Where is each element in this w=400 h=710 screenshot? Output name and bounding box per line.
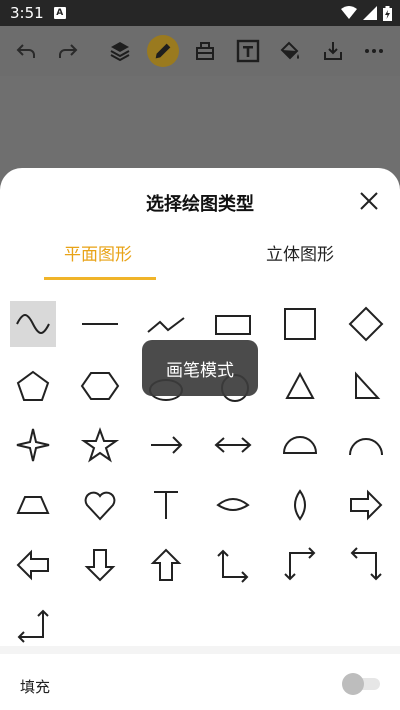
shape-block-arrow-right[interactable] xyxy=(343,482,389,528)
shape-arrow-right[interactable] xyxy=(143,422,189,468)
undo-icon[interactable] xyxy=(10,35,42,67)
shape-arc[interactable] xyxy=(343,422,389,468)
status-icons xyxy=(341,5,392,21)
text-icon[interactable] xyxy=(232,35,264,67)
shape-block-arrow-down[interactable] xyxy=(77,542,123,588)
redo-icon[interactable] xyxy=(52,35,84,67)
wifi-icon xyxy=(341,6,357,19)
shape-five-point-star[interactable] xyxy=(77,422,123,468)
drawing-toolbar xyxy=(0,26,400,76)
shape-trapezoid[interactable] xyxy=(10,482,56,528)
shape-elbow-arrow-right-down[interactable] xyxy=(277,542,323,588)
shape-double-arrow[interactable] xyxy=(210,422,256,468)
shape-wave[interactable] xyxy=(10,301,56,347)
mode-toast: 画笔模式 xyxy=(142,340,258,396)
shape-eye[interactable] xyxy=(210,482,256,528)
fill-label: 填充 xyxy=(20,678,51,696)
shape-four-point-star[interactable] xyxy=(10,422,56,468)
layers-icon[interactable] xyxy=(104,35,136,67)
status-time: 3:51 xyxy=(10,4,44,22)
toggle-thumb xyxy=(342,673,364,695)
shape-hexagon[interactable] xyxy=(77,363,123,409)
pen-icon[interactable] xyxy=(147,35,179,67)
shape-block-arrow-left[interactable] xyxy=(10,542,56,588)
shape-elbow-arrow-up-left[interactable] xyxy=(10,602,56,648)
section-divider xyxy=(0,646,400,654)
sheet-title: 选择绘图类型 xyxy=(146,194,254,215)
download-icon[interactable] xyxy=(317,35,349,67)
tab-solid-shapes[interactable]: 立体图形 xyxy=(242,240,358,265)
shape-semicircle[interactable] xyxy=(277,422,323,468)
shape-picker-sheet: 选择绘图类型 平面图形 立体图形 画笔模式 填充 xyxy=(0,168,400,710)
eraser-icon[interactable] xyxy=(189,35,221,67)
more-icon[interactable] xyxy=(358,35,390,67)
close-icon[interactable] xyxy=(358,190,380,212)
shape-diamond[interactable] xyxy=(343,301,389,347)
shape-pentagon[interactable] xyxy=(10,363,56,409)
shape-triangle[interactable] xyxy=(277,363,323,409)
shape-elbow-arrow-left-down[interactable] xyxy=(343,542,389,588)
shape-elbow-arrow-up-right[interactable] xyxy=(210,542,256,588)
shape-t[interactable] xyxy=(143,482,189,528)
shape-right-triangle[interactable] xyxy=(343,363,389,409)
shape-block-arrow-up[interactable] xyxy=(143,542,189,588)
fill-toggle[interactable] xyxy=(342,673,380,695)
shape-square[interactable] xyxy=(277,301,323,347)
paint-bucket-icon[interactable] xyxy=(274,35,306,67)
notification-badge: A xyxy=(53,7,66,19)
tab-indicator xyxy=(44,277,156,280)
shape-heart[interactable] xyxy=(77,482,123,528)
tab-flat-shapes[interactable]: 平面图形 xyxy=(40,240,156,265)
shape-lens[interactable] xyxy=(277,482,323,528)
signal-icon xyxy=(363,6,377,20)
shape-line[interactable] xyxy=(77,301,123,347)
battery-icon xyxy=(383,5,392,21)
status-bar: 3:51 A xyxy=(0,0,400,26)
